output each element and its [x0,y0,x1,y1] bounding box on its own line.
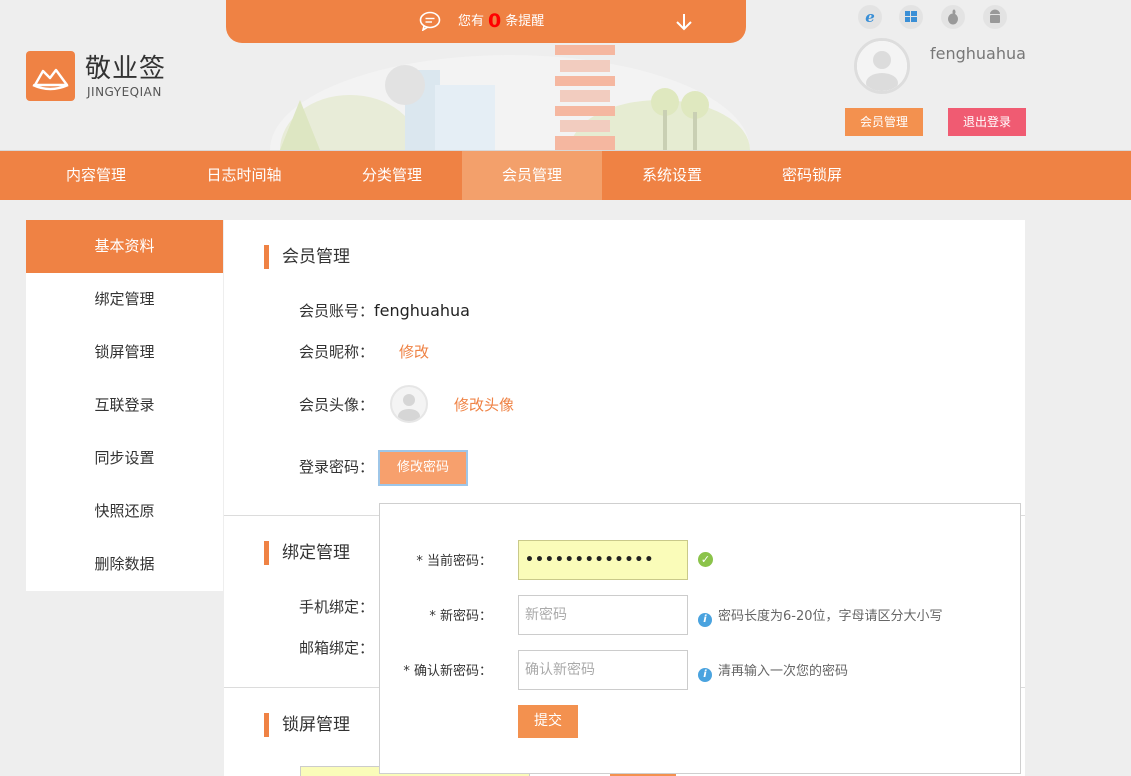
nav-item-settings[interactable]: 系统设置 [602,151,742,200]
username: fenghuahua [930,44,1026,63]
main-nav: 内容管理 日志时间轴 分类管理 会员管理 系统设置 密码锁屏 [0,150,1131,200]
notification-text: 您有 0 条提醒 [458,10,544,33]
sidebar-item-profile[interactable]: 基本资料 [26,220,223,273]
chat-bubble-icon [419,11,441,31]
email-binding-label: 邮箱绑定： [299,639,375,657]
section-title-member: 会员管理 [264,245,350,269]
sidebar-item-snapshot[interactable]: 快照还原 [26,485,223,538]
sidebar-item-social-login[interactable]: 互联登录 [26,379,223,432]
confirm-password-label: * 确认新密码： [403,664,492,679]
notification-bar[interactable]: 您有 0 条提醒 [226,0,746,43]
current-password-input[interactable]: ••••••••••••• [518,540,688,580]
current-password-label: * 当前密码： [416,554,492,569]
notification-suffix: 条提醒 [505,14,545,29]
submit-button[interactable]: 提交 [518,705,578,738]
apple-icon[interactable] [941,5,965,29]
sidebar-item-delete[interactable]: 删除数据 [26,538,223,591]
ie-icon[interactable]: e [858,5,882,29]
logout-button[interactable]: 退出登录 [948,108,1026,136]
nickname-label: 会员昵称： [299,343,375,361]
edit-nickname-link[interactable]: 修改 [399,341,429,362]
info-icon: i [698,613,712,627]
user-avatar[interactable] [854,38,910,94]
windows-icon[interactable] [899,5,923,29]
change-password-button[interactable]: 修改密码 [378,450,468,486]
password-label: 登录密码： [299,458,375,476]
logo-icon [26,51,75,101]
notification-count: 0 [488,10,502,32]
change-password-popup: * 当前密码： ••••••••••••• ✓ * 新密码： 新密码 i 密码长度… [379,503,1021,774]
new-password-input[interactable]: 新密码 [518,595,688,635]
section-title-binding: 绑定管理 [264,541,350,565]
avatar-label: 会员头像： [299,396,375,414]
svg-text:e: e [865,8,875,26]
member-management-button[interactable]: 会员管理 [845,108,923,136]
nav-item-category[interactable]: 分类管理 [322,151,462,200]
sidebar-item-sync[interactable]: 同步设置 [26,432,223,485]
sidebar-item-binding[interactable]: 绑定管理 [26,273,223,326]
header-illustration [270,45,750,150]
check-icon: ✓ [698,552,713,567]
account-value: fenghuahua [374,301,470,320]
new-password-hint: i 密码长度为6-20位，字母请区分大小写 [698,605,943,627]
new-password-label: * 新密码： [429,609,492,624]
nav-item-lock[interactable]: 密码锁屏 [742,151,882,200]
android-icon[interactable] [983,5,1007,29]
member-avatar [390,385,428,423]
notification-prefix: 您有 [458,14,485,29]
edit-avatar-link[interactable]: 修改头像 [454,394,514,415]
nav-item-content[interactable]: 内容管理 [26,151,166,200]
new-password-hint-text: 密码长度为6-20位，字母请区分大小写 [718,609,943,624]
nav-item-member[interactable]: 会员管理 [462,151,602,200]
account-label: 会员账号：fenghuahua [299,300,470,321]
confirm-password-input[interactable]: 确认新密码 [518,650,688,690]
account-label-text: 会员账号： [299,302,375,320]
brand-title: 敬业签 [85,54,167,84]
sidebar-item-lock[interactable]: 锁屏管理 [26,326,223,379]
sidebar: 基本资料 绑定管理 锁屏管理 互联登录 同步设置 快照还原 删除数据 [26,220,223,591]
nav-item-timeline[interactable]: 日志时间轴 [174,151,314,200]
confirm-password-hint-text: 清再输入一次您的密码 [718,664,849,679]
section-title-lock: 锁屏管理 [264,713,350,737]
brand-subtitle: JINGYEQIAN [87,85,162,99]
confirm-password-hint: i 清再输入一次您的密码 [698,660,848,682]
arrow-down-icon[interactable] [674,11,694,33]
info-icon: i [698,668,712,682]
